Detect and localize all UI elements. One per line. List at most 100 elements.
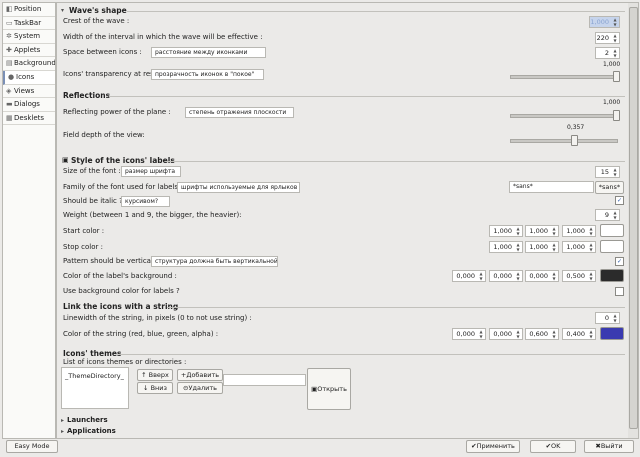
spin-arrows-icon[interactable]: ▲ ▼ <box>478 329 484 339</box>
spin-arrows-icon[interactable]: ▲ ▼ <box>588 226 594 236</box>
move-up-button[interactable]: ↑ Вверх <box>137 369 173 381</box>
transparency-slider[interactable] <box>510 75 618 79</box>
spin-arrows-icon[interactable]: ▲ ▼ <box>551 226 557 236</box>
collapse-arrow-icon[interactable]: ▾ <box>61 7 64 14</box>
spin-arrows-icon[interactable]: ▲ ▼ <box>612 33 618 43</box>
remove-button[interactable]: ⊝Удалить <box>177 382 223 394</box>
expand-arrow-icon[interactable]: ▸ <box>61 417 64 424</box>
label-bg-red-input[interactable]: 0,000 ▲ ▼ <box>452 270 486 282</box>
spin-arrows-icon[interactable]: ▲ ▼ <box>515 329 521 339</box>
depth-slider-handle[interactable] <box>571 135 578 146</box>
sidebar-item-desklets[interactable]: ▦Desklets <box>3 112 55 126</box>
reflect-power-slider-handle[interactable] <box>613 110 620 121</box>
wave-width-input[interactable]: 220 ▲ ▼ <box>595 32 620 44</box>
stop-blue-value: 1,000 <box>566 243 585 251</box>
sidebar-item-position[interactable]: ◧Position <box>3 3 55 17</box>
space-input[interactable]: 2 ▲ ▼ <box>595 47 620 59</box>
spin-arrows-icon[interactable]: ▲ ▼ <box>612 167 618 177</box>
scrollbar-thumb[interactable] <box>629 7 638 429</box>
spin-arrows-icon[interactable]: ▲ ▼ <box>551 271 557 281</box>
label-bg-alpha-input[interactable]: 0,500 ▲ ▼ <box>562 270 596 282</box>
string-width-value: 0 <box>604 314 609 322</box>
spin-arrows-icon[interactable]: ▲ ▼ <box>612 313 618 323</box>
spin-arrows-icon[interactable]: ▲ ▼ <box>612 48 618 58</box>
sidebar-item-background[interactable]: ▤Background <box>3 57 55 71</box>
spin-arrows-icon[interactable]: ▲ ▼ <box>515 226 521 236</box>
theme-path-input[interactable] <box>223 374 306 386</box>
move-down-button[interactable]: ↓ Вниз <box>137 382 173 394</box>
font-family-input[interactable]: *sans* <box>509 181 594 193</box>
font-size-input[interactable]: 15 ▲ ▼ <box>595 166 620 178</box>
dialogs-icon: ▬ <box>6 100 13 109</box>
quit-button[interactable]: ✖Выйти <box>584 440 634 453</box>
crest-input[interactable]: 1,000 ▲ ▼ <box>589 16 620 28</box>
spin-arrows-icon[interactable]: ▲ ▼ <box>515 271 521 281</box>
string-width-input[interactable]: 0 ▲ ▼ <box>595 312 620 324</box>
use-bg-label: Use background color for labels ? <box>63 287 180 295</box>
sidebar-item-views[interactable]: ◈ Views <box>3 85 55 99</box>
string-red-input[interactable]: 0,000 ▲ ▼ <box>452 328 486 340</box>
wave-width-value: 220 <box>596 34 609 42</box>
start-blue-input[interactable]: 1,000 ▲ ▼ <box>562 225 596 237</box>
sidebar-item-icons[interactable]: ● Icons <box>3 70 55 85</box>
font-family-button[interactable]: *sans* <box>595 181 624 194</box>
vertical-tooltip: структура должна быть вертикальной? <box>151 256 278 267</box>
spin-arrows-icon[interactable]: ▲ ▼ <box>478 271 484 281</box>
stop-green-value: 1,000 <box>529 243 548 251</box>
stop-color-swatch[interactable] <box>600 240 624 253</box>
expand-arrow-icon[interactable]: ▸ <box>61 428 64 435</box>
label-bg-green-input[interactable]: 0,000 ▲ ▼ <box>489 270 523 282</box>
list-item[interactable]: _ThemeDirectory_ <box>62 368 128 384</box>
start-green-input[interactable]: 1,000 ▲ ▼ <box>525 225 559 237</box>
string-color-swatch[interactable] <box>600 327 624 340</box>
sidebar-item-dialogs[interactable]: ▬Dialogs <box>3 98 55 112</box>
add-button[interactable]: +Добавить <box>177 369 223 381</box>
sidebar-item-taskbar[interactable]: ▭TaskBar <box>3 17 55 31</box>
sidebar-item-applets[interactable]: ✚ Applets <box>3 44 55 58</box>
label-bg-swatch[interactable] <box>600 269 624 282</box>
stop-red-input[interactable]: 1,000 ▲ ▼ <box>489 241 523 253</box>
views-icon: ◈ <box>6 86 12 95</box>
ok-button[interactable]: ✔OK <box>530 440 576 453</box>
spin-arrows-icon[interactable]: ▲ ▼ <box>551 242 557 252</box>
open-label: Открыть <box>317 385 347 393</box>
reflect-power-slider[interactable] <box>510 114 618 118</box>
add-label: Добавить <box>186 371 220 379</box>
spin-arrows-icon[interactable]: ▲ ▼ <box>588 329 594 339</box>
italic-tooltip: курсивом? <box>121 196 170 207</box>
string-alpha-input[interactable]: 0,400 ▲ ▼ <box>562 328 596 340</box>
spin-arrows-icon[interactable]: ▲ ▼ <box>551 329 557 339</box>
depth-slider[interactable] <box>510 139 618 143</box>
vertical-scrollbar[interactable] <box>628 2 639 439</box>
italic-checkbox[interactable]: ✓ <box>615 196 624 205</box>
transparency-readout: 1,000 <box>603 61 621 68</box>
applications-section[interactable]: Applications <box>67 427 116 435</box>
spin-arrows-icon[interactable]: ▲ ▼ <box>515 242 521 252</box>
open-button[interactable]: ▣Открыть <box>307 368 351 410</box>
themes-list[interactable]: _ThemeDirectory_ <box>61 367 129 409</box>
italic-label: Should be italic ? <box>63 197 123 205</box>
easy-mode-button[interactable]: Easy Mode <box>6 440 58 453</box>
spin-arrows-icon[interactable]: ▲ ▼ <box>588 242 594 252</box>
stop-green-input[interactable]: 1,000 ▲ ▼ <box>525 241 559 253</box>
spin-arrows-icon[interactable]: ▲ ▼ <box>588 271 594 281</box>
label-bg-green-value: 0,000 <box>493 272 512 280</box>
background-icon: ▤ <box>6 59 13 68</box>
transparency-slider-handle[interactable] <box>613 71 620 82</box>
weight-input[interactable]: 9 ▲ ▼ <box>595 209 620 221</box>
label-bg-blue-value: 0,000 <box>529 272 548 280</box>
start-color-swatch[interactable] <box>600 224 624 237</box>
use-bg-checkbox[interactable] <box>615 287 624 296</box>
string-blue-input[interactable]: 0,600 ▲ ▼ <box>525 328 559 340</box>
vertical-checkbox[interactable]: ✓ <box>615 257 624 266</box>
start-red-input[interactable]: 1,000 ▲ ▼ <box>489 225 523 237</box>
spin-arrows-icon[interactable]: ▲ ▼ <box>612 17 618 27</box>
label-bg-blue-input[interactable]: 0,000 ▲ ▼ <box>525 270 559 282</box>
string-green-input[interactable]: 0,000 ▲ ▼ <box>489 328 523 340</box>
launchers-section[interactable]: Launchers <box>67 416 108 424</box>
sidebar-item-system[interactable]: ✲ System <box>3 30 55 44</box>
position-icon: ◧ <box>6 5 13 13</box>
stop-blue-input[interactable]: 1,000 ▲ ▼ <box>562 241 596 253</box>
spin-arrows-icon[interactable]: ▲ ▼ <box>612 210 618 220</box>
apply-button[interactable]: ✔Применить <box>466 440 520 453</box>
